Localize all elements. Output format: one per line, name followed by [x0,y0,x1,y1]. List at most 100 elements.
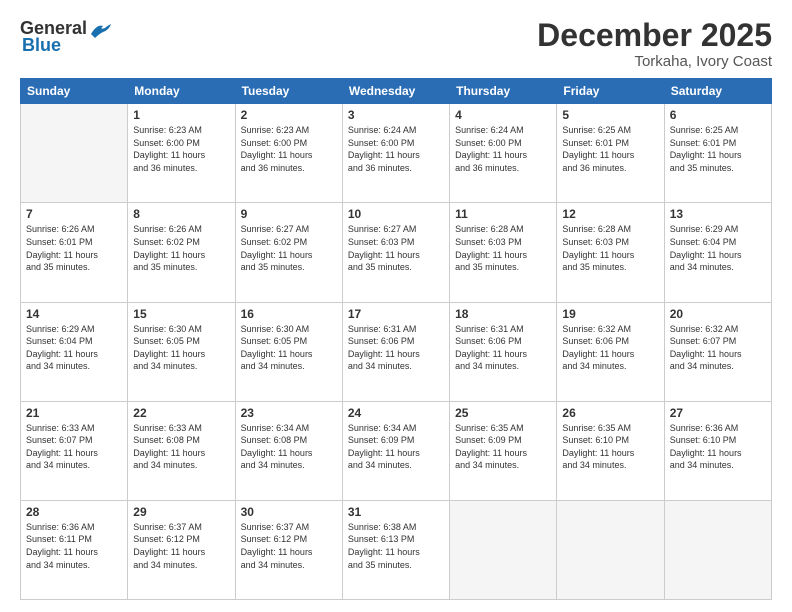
day-cell: 22 Sunrise: 6:33 AMSunset: 6:08 PMDayligh… [128,401,235,500]
day-number: 22 [133,406,229,420]
day-number: 30 [241,505,337,519]
day-number: 11 [455,207,551,221]
day-number: 25 [455,406,551,420]
col-monday: Monday [128,79,235,104]
day-number: 26 [562,406,658,420]
day-cell: 21 Sunrise: 6:33 AMSunset: 6:07 PMDayligh… [21,401,128,500]
logo: General Blue [20,18,111,56]
day-cell: 30 Sunrise: 6:37 AMSunset: 6:12 PMDayligh… [235,500,342,599]
location-title: Torkaha, Ivory Coast [537,53,772,70]
day-cell: 5 Sunrise: 6:25 AMSunset: 6:01 PMDaylight… [557,104,664,203]
day-number: 14 [26,307,122,321]
day-info: Sunrise: 6:23 AMSunset: 6:00 PMDaylight:… [133,124,229,174]
day-number: 31 [348,505,444,519]
day-info: Sunrise: 6:34 AMSunset: 6:09 PMDaylight:… [348,422,444,472]
day-number: 7 [26,207,122,221]
week-row-0: 1 Sunrise: 6:23 AMSunset: 6:00 PMDaylight… [21,104,772,203]
day-number: 19 [562,307,658,321]
logo-blue-text: Blue [22,35,61,56]
day-info: Sunrise: 6:27 AMSunset: 6:03 PMDaylight:… [348,223,444,273]
day-cell: 18Sunrise: 6:31 AMSunset: 6:06 PMDayligh… [450,302,557,401]
day-number: 21 [26,406,122,420]
day-cell: 19Sunrise: 6:32 AMSunset: 6:06 PMDayligh… [557,302,664,401]
day-number: 8 [133,207,229,221]
day-info: Sunrise: 6:37 AMSunset: 6:12 PMDaylight:… [241,521,337,571]
day-number: 9 [241,207,337,221]
day-cell [557,500,664,599]
day-cell: 9 Sunrise: 6:27 AMSunset: 6:02 PMDaylight… [235,203,342,302]
day-number: 2 [241,108,337,122]
col-saturday: Saturday [664,79,771,104]
day-info: Sunrise: 6:31 AMSunset: 6:06 PMDaylight:… [455,323,551,373]
day-number: 13 [670,207,766,221]
day-cell: 31 Sunrise: 6:38 AMSunset: 6:13 PMDayligh… [342,500,449,599]
day-info: Sunrise: 6:32 AMSunset: 6:07 PMDaylight:… [670,323,766,373]
day-cell: 3 Sunrise: 6:24 AMSunset: 6:00 PMDaylight… [342,104,449,203]
logo-bird-icon [89,20,111,38]
col-friday: Friday [557,79,664,104]
day-number: 5 [562,108,658,122]
day-info: Sunrise: 6:24 AMSunset: 6:00 PMDaylight:… [455,124,551,174]
day-info: Sunrise: 6:30 AMSunset: 6:05 PMDaylight:… [241,323,337,373]
day-info: Sunrise: 6:26 AMSunset: 6:02 PMDaylight:… [133,223,229,273]
day-info: Sunrise: 6:28 AMSunset: 6:03 PMDaylight:… [562,223,658,273]
day-info: Sunrise: 6:25 AMSunset: 6:01 PMDaylight:… [562,124,658,174]
day-cell: 6 Sunrise: 6:25 AMSunset: 6:01 PMDaylight… [664,104,771,203]
day-cell: 13 Sunrise: 6:29 AMSunset: 6:04 PMDayligh… [664,203,771,302]
day-number: 15 [133,307,229,321]
col-wednesday: Wednesday [342,79,449,104]
header: General Blue December 2025 Torkaha, Ivor… [20,18,772,70]
day-info: Sunrise: 6:29 AMSunset: 6:04 PMDaylight:… [26,323,122,373]
day-number: 28 [26,505,122,519]
week-row-4: 28Sunrise: 6:36 AMSunset: 6:11 PMDayligh… [21,500,772,599]
day-info: Sunrise: 6:27 AMSunset: 6:02 PMDaylight:… [241,223,337,273]
day-info: Sunrise: 6:29 AMSunset: 6:04 PMDaylight:… [670,223,766,273]
day-number: 4 [455,108,551,122]
day-number: 3 [348,108,444,122]
day-number: 10 [348,207,444,221]
month-title: December 2025 [537,18,772,53]
day-cell: 26Sunrise: 6:35 AMSunset: 6:10 PMDayligh… [557,401,664,500]
day-info: Sunrise: 6:36 AMSunset: 6:10 PMDaylight:… [670,422,766,472]
day-info: Sunrise: 6:33 AMSunset: 6:07 PMDaylight:… [26,422,122,472]
day-info: Sunrise: 6:38 AMSunset: 6:13 PMDaylight:… [348,521,444,571]
day-number: 6 [670,108,766,122]
day-number: 23 [241,406,337,420]
day-cell: 15 Sunrise: 6:30 AMSunset: 6:05 PMDayligh… [128,302,235,401]
day-cell: 8 Sunrise: 6:26 AMSunset: 6:02 PMDaylight… [128,203,235,302]
day-info: Sunrise: 6:23 AMSunset: 6:00 PMDaylight:… [241,124,337,174]
day-info: Sunrise: 6:24 AMSunset: 6:00 PMDaylight:… [348,124,444,174]
day-number: 27 [670,406,766,420]
day-number: 24 [348,406,444,420]
col-thursday: Thursday [450,79,557,104]
col-tuesday: Tuesday [235,79,342,104]
day-cell: 2 Sunrise: 6:23 AMSunset: 6:00 PMDaylight… [235,104,342,203]
day-cell: 27 Sunrise: 6:36 AMSunset: 6:10 PMDayligh… [664,401,771,500]
page: General Blue December 2025 Torkaha, Ivor… [0,0,792,612]
day-cell [21,104,128,203]
day-info: Sunrise: 6:34 AMSunset: 6:08 PMDaylight:… [241,422,337,472]
day-number: 12 [562,207,658,221]
day-info: Sunrise: 6:37 AMSunset: 6:12 PMDaylight:… [133,521,229,571]
calendar: Sunday Monday Tuesday Wednesday Thursday… [20,78,772,600]
title-block: December 2025 Torkaha, Ivory Coast [537,18,772,70]
day-cell: 7Sunrise: 6:26 AMSunset: 6:01 PMDaylight… [21,203,128,302]
day-info: Sunrise: 6:35 AMSunset: 6:09 PMDaylight:… [455,422,551,472]
day-number: 16 [241,307,337,321]
day-cell: 14 Sunrise: 6:29 AMSunset: 6:04 PMDayligh… [21,302,128,401]
day-cell: 12 Sunrise: 6:28 AMSunset: 6:03 PMDayligh… [557,203,664,302]
day-info: Sunrise: 6:25 AMSunset: 6:01 PMDaylight:… [670,124,766,174]
day-cell: 29Sunrise: 6:37 AMSunset: 6:12 PMDayligh… [128,500,235,599]
day-info: Sunrise: 6:31 AMSunset: 6:06 PMDaylight:… [348,323,444,373]
day-cell: 11Sunrise: 6:28 AMSunset: 6:03 PMDayligh… [450,203,557,302]
day-cell [450,500,557,599]
day-cell: 20Sunrise: 6:32 AMSunset: 6:07 PMDayligh… [664,302,771,401]
day-cell [664,500,771,599]
day-info: Sunrise: 6:30 AMSunset: 6:05 PMDaylight:… [133,323,229,373]
header-row: Sunday Monday Tuesday Wednesday Thursday… [21,79,772,104]
week-row-1: 7Sunrise: 6:26 AMSunset: 6:01 PMDaylight… [21,203,772,302]
day-info: Sunrise: 6:33 AMSunset: 6:08 PMDaylight:… [133,422,229,472]
day-cell: 4 Sunrise: 6:24 AMSunset: 6:00 PMDaylight… [450,104,557,203]
day-cell: 28Sunrise: 6:36 AMSunset: 6:11 PMDayligh… [21,500,128,599]
day-number: 1 [133,108,229,122]
